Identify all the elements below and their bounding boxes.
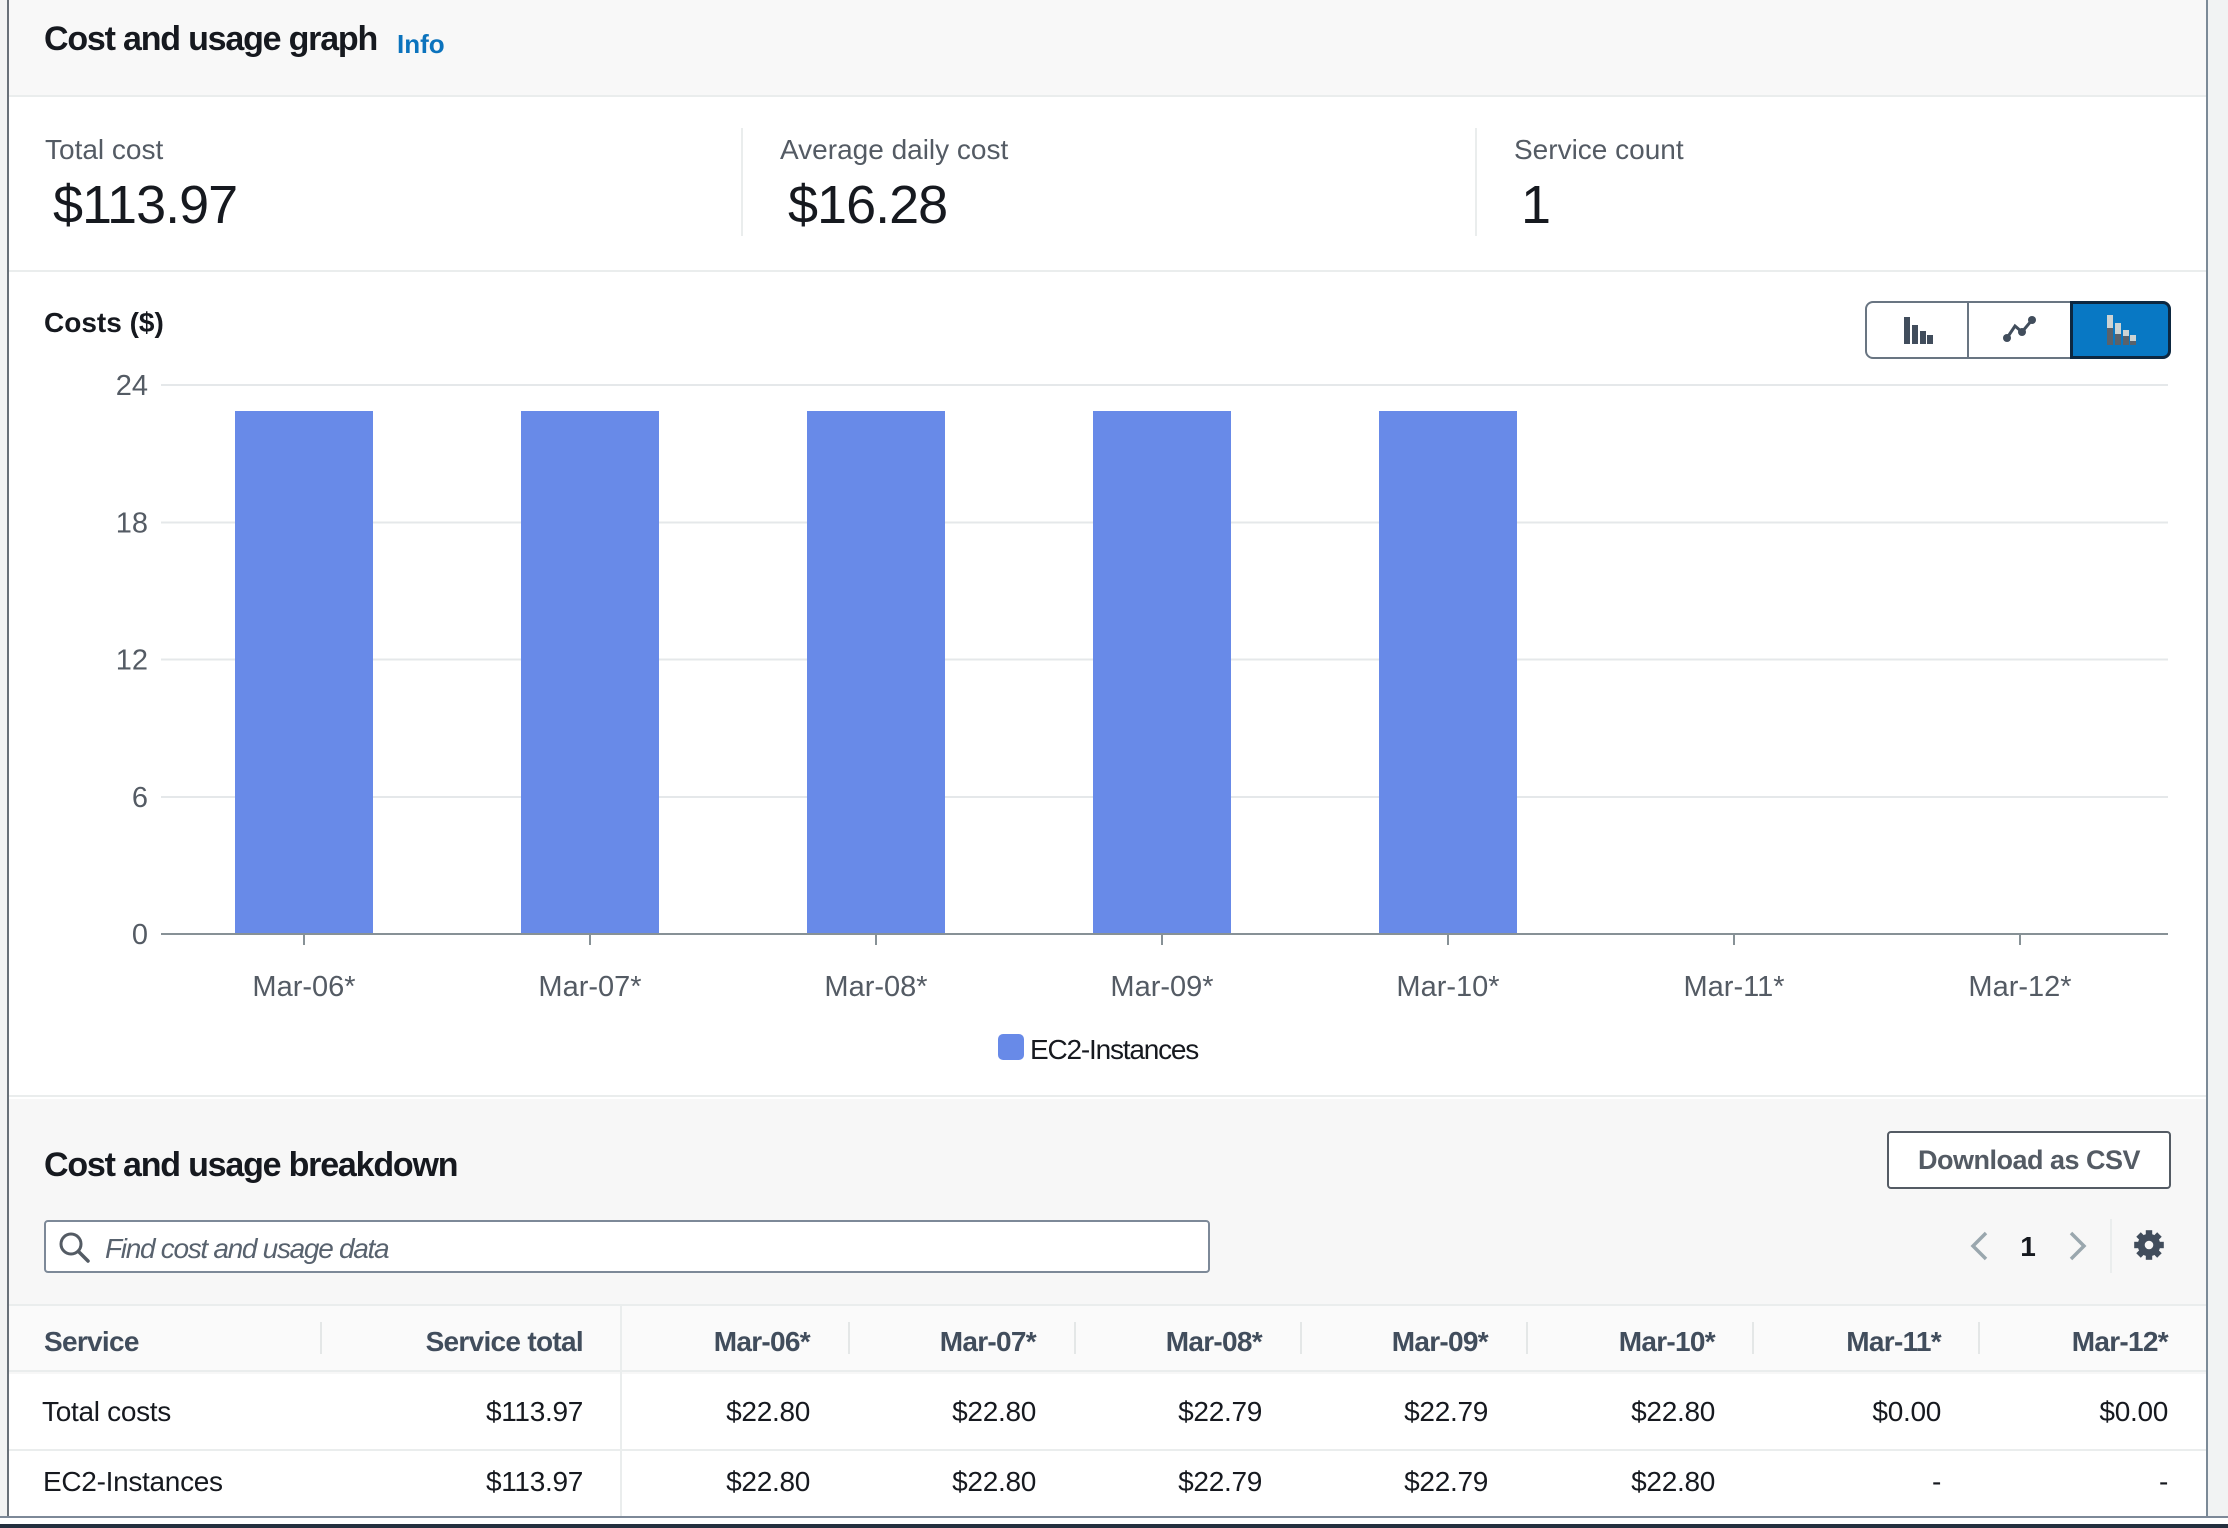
svg-text:Mar-11*: Mar-11*: [1684, 971, 1785, 1003]
svg-text:18: 18: [116, 508, 148, 540]
svg-text:Mar-10*: Mar-10*: [1396, 971, 1499, 1003]
svg-text:Mar-08*: Mar-08*: [824, 971, 927, 1003]
svg-text:Mar-06*: Mar-06*: [252, 971, 355, 1003]
svg-text:Mar-12*: Mar-12*: [1968, 971, 2071, 1003]
svg-text:Mar-07*: Mar-07*: [538, 971, 641, 1003]
svg-text:Mar-09*: Mar-09*: [1110, 971, 1213, 1003]
svg-text:24: 24: [116, 370, 148, 402]
svg-text:0: 0: [132, 919, 148, 951]
svg-text:6: 6: [132, 782, 148, 814]
svg-text:12: 12: [116, 645, 148, 677]
